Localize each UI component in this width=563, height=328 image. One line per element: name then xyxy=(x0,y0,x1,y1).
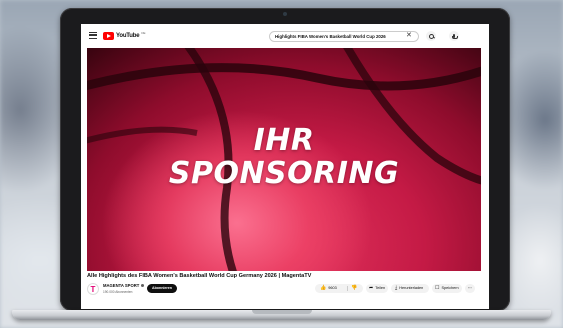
share-button[interactable]: ➦ Teilen xyxy=(366,284,388,293)
download-icon: ⤓ xyxy=(395,285,398,291)
like-icon: 👍 xyxy=(320,285,327,291)
youtube-logo[interactable]: YouTube DE xyxy=(103,31,146,41)
mic-icon[interactable] xyxy=(449,31,459,41)
country-code: DE xyxy=(141,31,146,35)
overlay-line-1: IHR xyxy=(253,123,315,158)
download-button[interactable]: ⤓ Herunterladen xyxy=(391,284,429,293)
youtube-header: YouTube DE Highlights FIBA Women's Baske… xyxy=(81,24,489,48)
video-player[interactable]: IHR SPONSORING xyxy=(87,48,481,271)
verified-icon xyxy=(141,284,145,288)
menu-icon[interactable] xyxy=(89,32,97,39)
share-label: Teilen xyxy=(375,286,386,290)
laptop-notch xyxy=(252,310,312,314)
video-title: Alle Highlights des FIBA Women's Basketb… xyxy=(87,273,312,279)
more-icon[interactable]: ··· xyxy=(465,284,475,293)
clear-icon[interactable]: ✕ xyxy=(406,31,412,41)
like-button[interactable]: 👍 9603 xyxy=(320,284,337,293)
subscriber-count: 190.000 Abonnenten xyxy=(103,290,133,294)
share-icon: ➦ xyxy=(369,285,374,291)
webcam xyxy=(283,12,287,16)
dislike-icon[interactable]: 👎 xyxy=(351,284,357,293)
divider xyxy=(347,286,348,291)
search-icon[interactable] xyxy=(426,31,436,41)
like-count: 9603 xyxy=(328,286,337,290)
save-label: Speichern xyxy=(441,286,459,290)
overlay-line-2: SPONSORING xyxy=(168,156,400,191)
search-input[interactable]: Highlights FIBA Women's Basketball World… xyxy=(269,31,419,42)
video-overlay-text: IHR SPONSORING xyxy=(87,124,481,190)
download-label: Herunterladen xyxy=(399,286,424,290)
channel-name[interactable]: MAGENTA SPORT xyxy=(103,283,145,288)
subscribe-button[interactable]: Abonnieren xyxy=(147,284,177,293)
channel-avatar[interactable]: T xyxy=(87,283,99,295)
youtube-logo-text: YouTube xyxy=(116,33,140,39)
save-icon: ☐ xyxy=(435,285,440,291)
save-button[interactable]: ☐ Speichern xyxy=(432,284,462,293)
like-dislike-control: 👍 9603 👎 xyxy=(315,284,363,293)
youtube-play-icon xyxy=(103,32,114,40)
browser-display: YouTube DE Highlights FIBA Women's Baske… xyxy=(81,24,489,309)
channel-name-text: MAGENTA SPORT xyxy=(103,283,140,288)
laptop-base xyxy=(12,310,551,320)
